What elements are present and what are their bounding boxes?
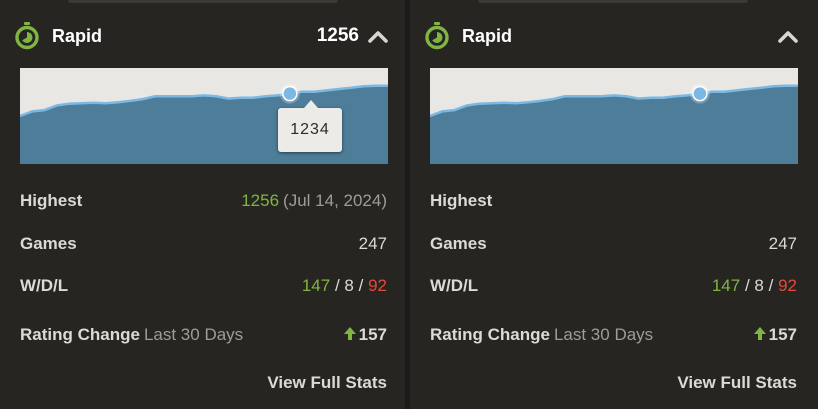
arrow-up-icon — [343, 327, 356, 340]
wdl-label: W/D/L — [430, 276, 479, 295]
wdl-value: 147 / 8 / 92 — [302, 276, 387, 296]
games-label: Games — [430, 234, 487, 253]
highest-value: 1256 (Jul 14, 2024) — [241, 191, 387, 211]
games-value: 247 — [358, 234, 387, 253]
wdl-label: W/D/L — [20, 276, 69, 295]
chevron-up-icon[interactable] — [777, 26, 799, 46]
highest-date: (Jul 14, 2024) — [283, 191, 387, 210]
highest-rating: 1256 — [241, 191, 280, 210]
chevron-up-icon[interactable] — [367, 26, 389, 46]
panel-header[interactable]: Rapid 1256 — [14, 18, 389, 54]
rating-change-label: Rating Change Last 30 Days — [20, 325, 243, 345]
rating-change-period: Last 30 Days — [143, 325, 244, 344]
wdl-separator: / — [334, 276, 340, 295]
rating-change-period: Last 30 Days — [553, 325, 654, 344]
wdl-row: W/D/L 147 / 8 / 92 — [20, 276, 387, 300]
wdl-value: 147 / 8 / 92 — [712, 276, 797, 296]
games-row: Games 247 — [20, 234, 387, 258]
losses-count: 92 — [368, 276, 387, 295]
rating-change-row: Rating Change Last 30 Days 157 — [430, 325, 797, 349]
stopwatch-icon — [425, 22, 449, 50]
view-full-stats-link[interactable]: View Full Stats — [267, 373, 387, 393]
highlight-point[interactable] — [692, 85, 708, 102]
rapid-stats-panel: Rapid Highest Games 247 W/D/L 147 / 8 / … — [410, 0, 815, 409]
rating-change-label: Rating Change Last 30 Days — [430, 325, 653, 345]
wdl-separator: / — [744, 276, 750, 295]
games-label: Games — [20, 234, 77, 253]
rating-change-row: Rating Change Last 30 Days 157 — [20, 325, 387, 349]
rating-change-title: Rating Change — [20, 325, 140, 344]
highest-value — [793, 191, 797, 211]
rating-change-value: 157 — [343, 325, 387, 345]
rating-change-number: 157 — [768, 325, 797, 344]
rating-chart[interactable] — [430, 68, 798, 164]
draws-count: 8 — [344, 276, 354, 295]
category-title: Rapid — [462, 26, 513, 46]
wdl-separator: / — [768, 276, 774, 295]
highest-row: Highest 1256 (Jul 14, 2024) — [20, 191, 387, 215]
highlight-point[interactable] — [282, 85, 298, 102]
games-value: 247 — [768, 234, 797, 253]
draws-count: 8 — [754, 276, 764, 295]
stopwatch-icon — [15, 22, 39, 50]
view-full-stats-link[interactable]: View Full Stats — [677, 373, 797, 393]
highest-label: Highest — [430, 191, 493, 210]
rating-change-value: 157 — [753, 325, 797, 345]
arrow-up-icon — [753, 327, 766, 340]
rating-change-number: 157 — [358, 325, 387, 344]
wins-count: 147 — [301, 276, 331, 295]
wdl-separator: / — [358, 276, 364, 295]
wins-count: 147 — [711, 276, 741, 295]
chart-tooltip: 1234 — [278, 100, 342, 152]
category-title: Rapid — [52, 26, 103, 46]
wdl-row: W/D/L 147 / 8 / 92 — [430, 276, 797, 300]
panel-top-tab — [68, 0, 338, 3]
panel-top-tab — [478, 0, 748, 3]
current-rating: 1256 — [316, 25, 359, 46]
highest-row: Highest — [430, 191, 797, 215]
losses-count: 92 — [778, 276, 797, 295]
rating-change-title: Rating Change — [430, 325, 550, 344]
games-row: Games 247 — [430, 234, 797, 258]
rapid-stats-panel: Rapid 1256 1234 Highest 1256 (Jul 14, 202… — [0, 0, 405, 409]
panel-header[interactable]: Rapid — [424, 18, 799, 54]
highest-label: Highest — [20, 191, 83, 210]
